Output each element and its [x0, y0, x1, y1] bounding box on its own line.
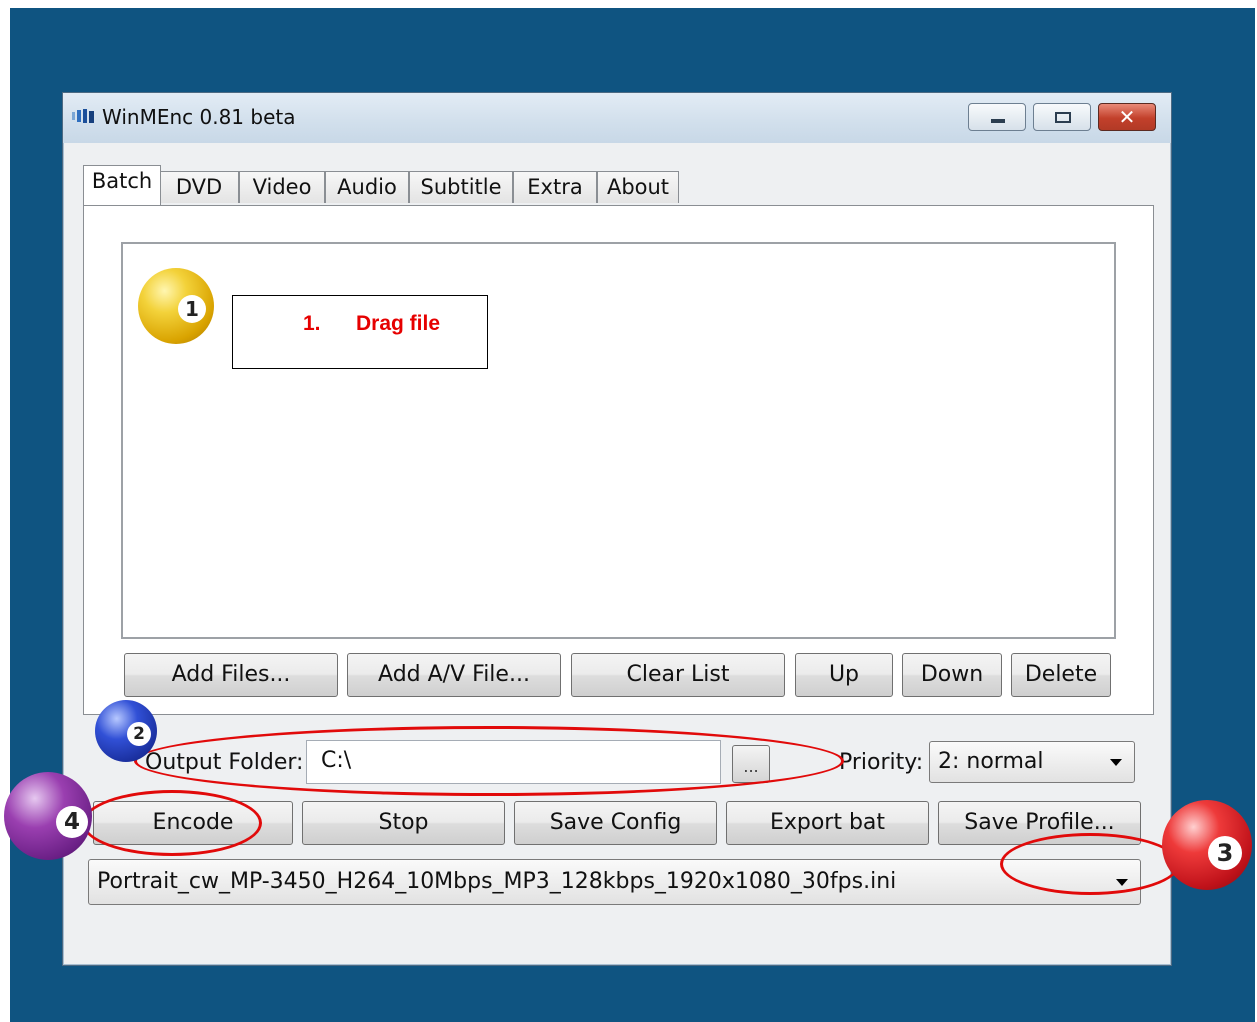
tab-about[interactable]: About [597, 171, 679, 203]
priority-selected-value: 2: normal [938, 749, 1044, 774]
marker-ball-1: 1 [138, 268, 214, 344]
clear-list-button[interactable]: Clear List [571, 653, 785, 697]
tab-extra[interactable]: Extra [513, 171, 597, 203]
output-folder-label: Output Folder: [145, 750, 304, 775]
tab-audio[interactable]: Audio [325, 171, 409, 203]
tab-subtitle[interactable]: Subtitle [409, 171, 513, 203]
dropdown-arrow-icon [1110, 759, 1122, 766]
down-button[interactable]: Down [902, 653, 1002, 697]
minimize-icon [991, 119, 1005, 123]
encode-button[interactable]: Encode [93, 801, 293, 845]
file-list[interactable]: 1. Drag file [121, 242, 1116, 639]
app-window: WinMEnc 0.81 beta ✕ Batch DVD Video Audi… [62, 92, 1172, 966]
profile-select[interactable]: Portrait_cw_MP-3450_H264_10Mbps_MP3_128k… [88, 859, 1141, 905]
app-logo-icon [72, 109, 94, 123]
title-bar[interactable]: WinMEnc 0.81 beta ✕ [63, 93, 1171, 143]
marker-number: 3 [1208, 836, 1242, 870]
stop-button[interactable]: Stop [302, 801, 505, 845]
marker-ball-2: 2 [95, 700, 157, 762]
maximize-button[interactable] [1033, 103, 1091, 131]
marker-number: 2 [127, 722, 151, 746]
output-folder-input[interactable]: C:\ [306, 740, 721, 784]
marker-number: 4 [56, 806, 88, 838]
close-icon: ✕ [1118, 105, 1136, 129]
delete-button[interactable]: Delete [1011, 653, 1111, 697]
dropdown-arrow-icon [1116, 879, 1128, 886]
marker-ball-3: 3 [1162, 800, 1252, 890]
up-button[interactable]: Up [795, 653, 893, 697]
marker-ball-4: 4 [4, 772, 92, 860]
tab-batch[interactable]: Batch [83, 165, 161, 205]
add-files-button[interactable]: Add Files... [124, 653, 338, 697]
profile-selected-value: Portrait_cw_MP-3450_H264_10Mbps_MP3_128k… [97, 869, 897, 894]
priority-select[interactable]: 2: normal [929, 741, 1135, 783]
save-config-button[interactable]: Save Config [514, 801, 717, 845]
tab-video[interactable]: Video [239, 171, 325, 203]
drag-file-callout: 1. Drag file [232, 295, 488, 369]
marker-number: 1 [178, 295, 206, 323]
add-av-file-button[interactable]: Add A/V File... [347, 653, 561, 697]
close-button[interactable]: ✕ [1098, 103, 1156, 131]
save-profile-button[interactable]: Save Profile... [938, 801, 1141, 845]
maximize-icon [1055, 112, 1071, 123]
callout-step-number: 1. [303, 312, 321, 335]
tab-dvd[interactable]: DVD [159, 171, 239, 203]
window-title: WinMEnc 0.81 beta [102, 105, 296, 129]
batch-tab-panel: 1. Drag file Add Files... Add A/V File..… [83, 205, 1154, 715]
priority-label: Priority: [839, 750, 924, 775]
export-bat-button[interactable]: Export bat [726, 801, 929, 845]
minimize-button[interactable] [968, 103, 1026, 131]
callout-step-text: Drag file [356, 312, 441, 335]
browse-folder-button[interactable]: ... [732, 745, 770, 783]
